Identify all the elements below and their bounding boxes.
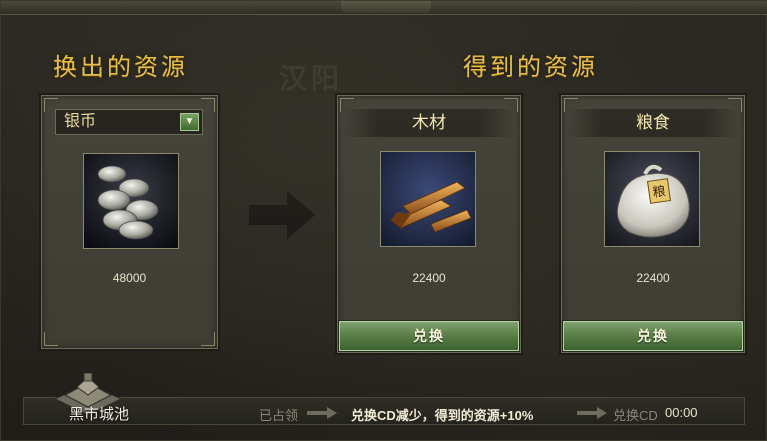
- silver-coin-icon: [83, 153, 179, 249]
- exchange-grain-button[interactable]: 兑换: [563, 321, 743, 351]
- bonus-text: 兑换CD减少，得到的资源+10%: [351, 408, 534, 423]
- svg-text:粮: 粮: [652, 184, 667, 201]
- cooldown-timer: 00:00: [665, 405, 698, 420]
- top-border: [1, 1, 767, 15]
- exchange-wood-button[interactable]: 兑换: [339, 321, 519, 351]
- grain-card: 粮食 粮 22400 兑换: [559, 93, 747, 355]
- give-section-title: 换出的资源: [53, 53, 188, 81]
- wood-card-title: 木材: [343, 109, 515, 137]
- wood-card: 木材 22400 兑换: [335, 93, 523, 355]
- give-amount: 48000: [112, 271, 147, 285]
- grain-amount: 22400: [636, 271, 670, 285]
- arrow-right-icon: [249, 191, 315, 244]
- resource-select[interactable]: 银币 ▼: [55, 109, 203, 135]
- grain-sack-icon: 粮: [604, 151, 700, 247]
- grain-card-title: 粮食: [567, 109, 739, 137]
- chevron-down-icon[interactable]: ▼: [180, 113, 199, 131]
- receive-section-title: 得到的资源: [463, 53, 598, 81]
- city-name: 黑市城池: [69, 406, 130, 423]
- wood-icon: [380, 151, 476, 247]
- arrow-right-small-icon: [577, 406, 607, 424]
- cooldown-label: 兑换CD: [613, 408, 658, 423]
- resource-select-value: 银币: [64, 113, 97, 130]
- occupied-label: 已占领: [259, 408, 299, 423]
- background-watermark: 汉阳: [279, 62, 344, 95]
- exchange-window: 汉阳 换出的资源 得到的资源 银币 ▼ 48000 木材 22400 兑换 粮食…: [0, 0, 767, 441]
- arrow-right-small-icon: [307, 406, 337, 424]
- wood-amount: 22400: [412, 271, 446, 285]
- give-resource-panel: 银币 ▼ 48000: [39, 93, 220, 351]
